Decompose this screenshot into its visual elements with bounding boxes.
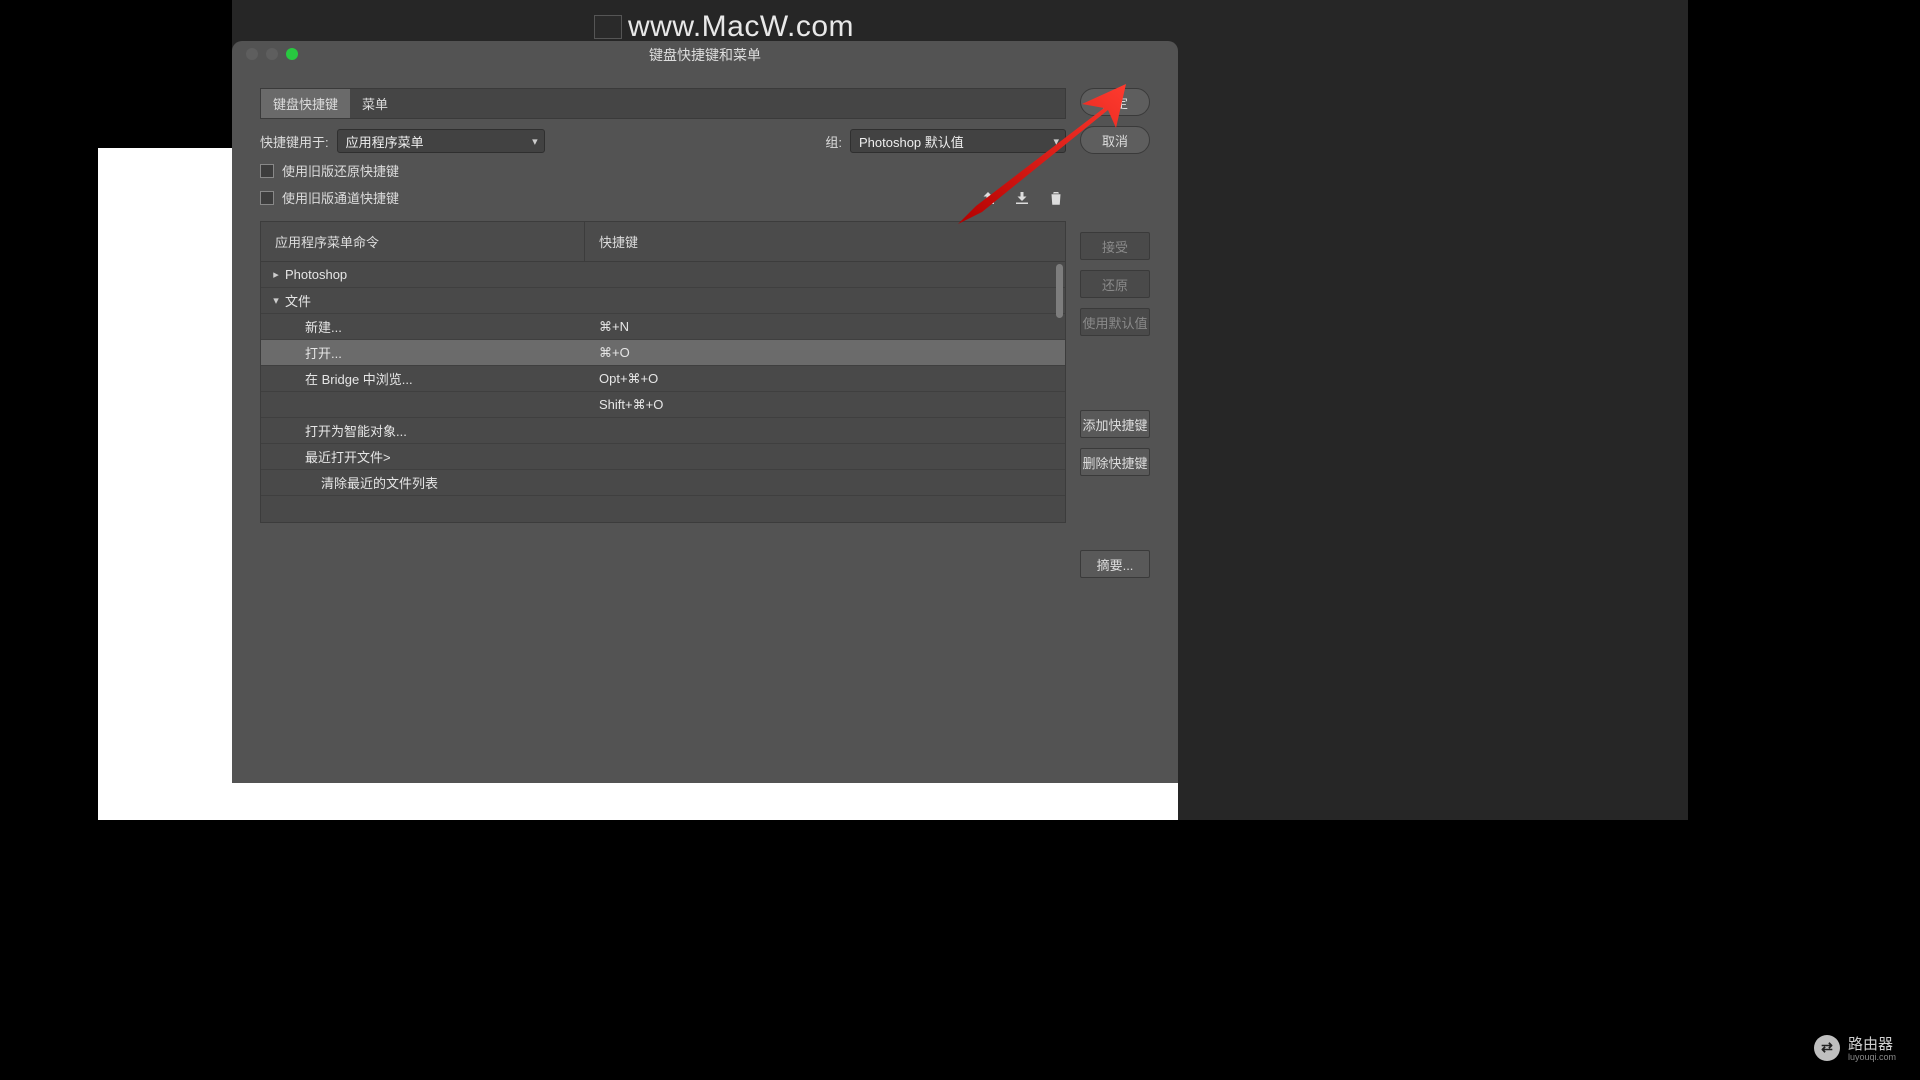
ok-button[interactable]: 确定	[1080, 88, 1150, 116]
watermark-logo-icon	[594, 15, 622, 39]
brand-badge: ⇄ 路由器 luyouqi.com	[1814, 1033, 1896, 1062]
row-browse-bridge[interactable]: 在 Bridge 中浏览...	[305, 369, 413, 388]
checkbox-icon[interactable]	[260, 164, 274, 178]
dialog-tabs: 键盘快捷键 菜单	[260, 88, 1066, 119]
shortcut-bridge[interactable]: Opt+⌘+O	[585, 371, 1065, 387]
watermark-text: www.MacW.com	[628, 10, 854, 43]
row-open-recent[interactable]: 最近打开文件>	[305, 447, 391, 466]
chevron-down-icon[interactable]: ▾	[271, 294, 281, 307]
dialog-titlebar: 键盘快捷键和菜单	[232, 41, 1178, 66]
tab-menus[interactable]: 菜单	[350, 89, 400, 118]
legacy-channel-row[interactable]: 使用旧版通道快捷键	[260, 188, 978, 207]
legacy-channel-label: 使用旧版通道快捷键	[282, 188, 399, 207]
summary-button[interactable]: 摘要...	[1080, 550, 1150, 578]
tab-keyboard-shortcuts[interactable]: 键盘快捷键	[261, 89, 350, 118]
save-set-as-icon[interactable]	[1012, 189, 1032, 207]
dialog-title: 键盘快捷键和菜单	[232, 45, 1178, 65]
table-body[interactable]: ▸ Photoshop ▾ 文件 新建... ⌘+N 打开... ⌘+O 在 Bridg…	[261, 262, 1065, 522]
legacy-undo-row[interactable]: 使用旧版还原快捷键	[260, 161, 978, 180]
shortcut-new[interactable]: ⌘+N	[585, 319, 1065, 335]
scrollbar-thumb[interactable]	[1056, 264, 1063, 318]
column-command: 应用程序菜单命令	[261, 222, 585, 261]
set-value: Photoshop 默认值	[859, 132, 964, 151]
checkbox-icon[interactable]	[260, 191, 274, 205]
set-label: 组:	[825, 132, 842, 151]
shortcut-bridge-alt[interactable]: Shift+⌘+O	[585, 397, 1065, 413]
shortcut-open[interactable]: ⌘+O	[585, 345, 1065, 361]
save-set-icon[interactable]	[978, 189, 998, 207]
keyboard-shortcuts-dialog: 键盘快捷键和菜单 键盘快捷键 菜单 快捷键用于: 应用程序菜单 组: Photo…	[232, 41, 1178, 783]
column-shortcut: 快捷键	[585, 222, 1065, 261]
legacy-undo-label: 使用旧版还原快捷键	[282, 161, 399, 180]
set-select[interactable]: Photoshop 默认值	[850, 129, 1066, 153]
shortcut-for-label: 快捷键用于:	[260, 132, 329, 151]
undo-button[interactable]: 还原	[1080, 270, 1150, 298]
delete-shortcut-button[interactable]: 删除快捷键	[1080, 448, 1150, 476]
shortcut-for-select[interactable]: 应用程序菜单	[337, 129, 545, 153]
shortcut-table: 应用程序菜单命令 快捷键 ▸ Photoshop ▾ 文件 新建... ⌘+N 打开.…	[260, 221, 1066, 523]
shortcut-for-value: 应用程序菜单	[346, 132, 424, 151]
cancel-button[interactable]: 取消	[1080, 126, 1150, 154]
use-default-button[interactable]: 使用默认值	[1080, 308, 1150, 336]
brand-logo-icon: ⇄	[1814, 1035, 1840, 1061]
trash-icon[interactable]	[1046, 189, 1066, 207]
add-shortcut-button[interactable]: 添加快捷键	[1080, 410, 1150, 438]
accept-button[interactable]: 接受	[1080, 232, 1150, 260]
brand-name: 路由器	[1848, 1036, 1893, 1053]
row-open[interactable]: 打开...	[305, 343, 342, 362]
set-icons	[978, 189, 1066, 207]
brand-sub: luyouqi.com	[1848, 1052, 1896, 1062]
row-photoshop[interactable]: Photoshop	[285, 267, 347, 282]
row-open-smart-object[interactable]: 打开为智能对象...	[305, 421, 407, 440]
row-file[interactable]: 文件	[285, 291, 311, 310]
row-clear-recent[interactable]: 清除最近的文件列表	[321, 473, 438, 492]
watermark: www.MacW.com	[594, 10, 854, 44]
chevron-right-icon[interactable]: ▸	[271, 268, 281, 281]
row-new[interactable]: 新建...	[305, 317, 342, 336]
